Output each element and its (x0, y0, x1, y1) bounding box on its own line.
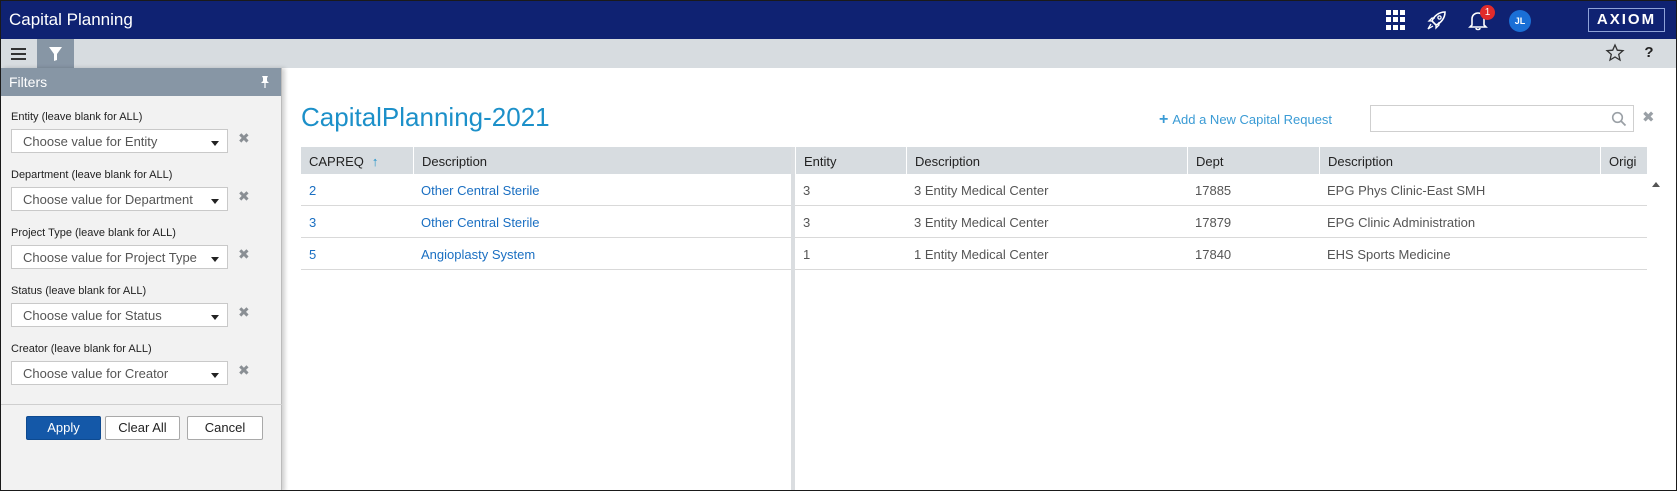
department-filter-label: Department (leave blank for ALL) (11, 169, 173, 181)
filters-header: Filters (1, 68, 281, 96)
clear-all-button[interactable]: Clear All (105, 416, 180, 440)
column-header-dept-description[interactable]: Description (1319, 147, 1600, 174)
dept-description-cell: EPG Clinic Administration (1327, 215, 1476, 230)
creator-select-placeholder: Choose value for Creator (23, 366, 169, 381)
status-select[interactable]: Choose value for Status (11, 303, 228, 327)
clear-search-icon[interactable]: ✖ (1642, 110, 1656, 125)
entity-filter-label: Entity (leave blank for ALL) (11, 111, 143, 123)
department-select[interactable]: Choose value for Department (11, 187, 228, 211)
project-type-filter: Project Type (leave blank for ALL) Choos… (11, 227, 250, 269)
frozen-column-divider[interactable] (791, 147, 795, 490)
column-header-label: Description (915, 154, 981, 169)
chevron-down-icon (211, 373, 219, 378)
entity-cell: 1 (803, 247, 811, 262)
entity-select-placeholder: Choose value for Entity (23, 134, 158, 149)
column-header-entity-description[interactable]: Description (906, 147, 1187, 174)
request-description-link[interactable]: Other Central Sterile (421, 183, 540, 198)
search-input[interactable] (1370, 105, 1634, 132)
clear-department-icon[interactable]: ✖ (238, 189, 252, 203)
filters-divider (1, 404, 282, 405)
table-row[interactable]: 3 Other Central Sterile 3 3 Entity Medic… (301, 206, 1647, 238)
capreq-link[interactable]: 2 (309, 183, 316, 198)
filter-funnel-icon[interactable] (37, 39, 74, 68)
help-icon[interactable]: ? (1641, 43, 1657, 63)
creator-filter: Creator (leave blank for ALL) Choose val… (11, 343, 250, 385)
capreq-link[interactable]: 5 (309, 247, 316, 262)
project-type-select[interactable]: Choose value for Project Type (11, 245, 228, 269)
clear-creator-icon[interactable]: ✖ (238, 363, 252, 377)
chevron-down-icon (211, 141, 219, 146)
dept-cell: 17840 (1195, 247, 1232, 262)
column-header-label: Entity (804, 154, 837, 169)
column-header-entity[interactable]: Entity (795, 147, 906, 174)
column-header-dept[interactable]: Dept (1187, 147, 1319, 174)
entity-select[interactable]: Choose value for Entity (11, 129, 228, 153)
plus-icon: + (1159, 111, 1169, 128)
top-header: Capital Planning 1 JL AXIOM (1, 1, 1676, 39)
filters-panel: Filters Entity (leave blank for ALL) Cho… (1, 68, 282, 490)
entity-description-cell: 3 Entity Medical Center (914, 183, 1049, 198)
user-avatar[interactable]: JL (1509, 10, 1531, 32)
request-description-link[interactable]: Angioplasty System (421, 247, 535, 262)
creator-filter-label: Creator (leave blank for ALL) (11, 343, 152, 355)
apply-button[interactable]: Apply (26, 416, 101, 440)
page-title: CapitalPlanning-2021 (301, 102, 550, 132)
capital-requests-grid: CAPREQ ↑ Description Entity Description D… (301, 147, 1647, 490)
sort-ascending-icon[interactable]: ↑ (372, 154, 379, 169)
axiom-logo[interactable]: AXIOM (1588, 8, 1665, 32)
notification-badge: 1 (1480, 5, 1495, 20)
app-launcher-icon[interactable] (1385, 9, 1407, 31)
column-header-label: Description (422, 154, 488, 169)
dept-description-cell: EPG Phys Clinic-East SMH (1327, 183, 1486, 198)
chevron-down-icon (211, 315, 219, 320)
hamburger-menu-icon[interactable] (1, 39, 37, 68)
column-header-label: CAPREQ (309, 154, 364, 169)
column-header-description[interactable]: Description (413, 147, 791, 174)
add-request-label: Add a New Capital Request (1172, 112, 1333, 127)
clear-project-type-icon[interactable]: ✖ (238, 247, 252, 261)
filters-title: Filters (9, 74, 48, 90)
table-row[interactable]: 2 Other Central Sterile 3 3 Entity Medic… (301, 174, 1647, 206)
request-description-link[interactable]: Other Central Sterile (421, 215, 540, 230)
column-header-label: Origi (1609, 154, 1637, 169)
app-window: Capital Planning 1 JL AXIOM ? Filters En… (0, 0, 1677, 491)
entity-filter: Entity (leave blank for ALL) Choose valu… (11, 111, 250, 153)
pin-icon[interactable] (259, 75, 271, 89)
entity-description-cell: 1 Entity Medical Center (914, 247, 1049, 262)
project-type-select-placeholder: Choose value for Project Type (23, 250, 197, 265)
column-header-label: Description (1328, 154, 1394, 169)
chevron-down-icon (211, 257, 219, 262)
scroll-up-arrow-icon[interactable] (1652, 182, 1660, 187)
rocket-icon[interactable] (1426, 9, 1448, 31)
entity-cell: 3 (803, 215, 811, 230)
chevron-down-icon (211, 199, 219, 204)
status-filter: Status (leave blank for ALL) Choose valu… (11, 285, 250, 327)
column-header-origin[interactable]: Origi (1600, 147, 1647, 174)
project-type-filter-label: Project Type (leave blank for ALL) (11, 227, 176, 239)
clear-entity-icon[interactable]: ✖ (238, 131, 252, 145)
clear-status-icon[interactable]: ✖ (238, 305, 252, 319)
creator-select[interactable]: Choose value for Creator (11, 361, 228, 385)
cancel-button[interactable]: Cancel (187, 416, 263, 440)
department-select-placeholder: Choose value for Department (23, 192, 193, 207)
table-row[interactable]: 5 Angioplasty System 1 1 Entity Medical … (301, 238, 1647, 270)
column-header-label: Dept (1196, 154, 1224, 169)
add-capital-request-link[interactable]: + Add a New Capital Request (1159, 111, 1332, 129)
entity-cell: 3 (803, 183, 811, 198)
department-filter: Department (leave blank for ALL) Choose … (11, 169, 250, 211)
secondary-toolbar: ? (1, 39, 1676, 68)
capreq-link[interactable]: 3 (309, 215, 316, 230)
column-header-capreq[interactable]: CAPREQ ↑ (301, 147, 413, 174)
dept-cell: 17879 (1195, 215, 1232, 230)
vertical-scrollbar[interactable] (1647, 174, 1657, 490)
status-select-placeholder: Choose value for Status (23, 308, 162, 323)
dept-cell: 17885 (1195, 183, 1232, 198)
entity-description-cell: 3 Entity Medical Center (914, 215, 1049, 230)
dept-description-cell: EHS Sports Medicine (1327, 247, 1451, 262)
star-icon[interactable] (1605, 43, 1625, 63)
status-filter-label: Status (leave blank for ALL) (11, 285, 147, 297)
app-title: Capital Planning (9, 10, 133, 29)
search-icon[interactable] (1611, 111, 1627, 127)
grid-header: CAPREQ ↑ Description Entity Description D… (301, 147, 1647, 174)
